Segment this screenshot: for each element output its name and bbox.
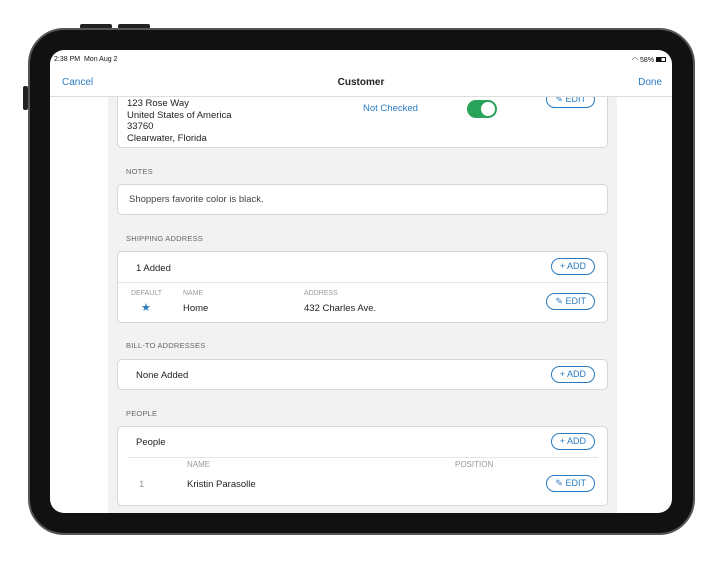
address-line: United States of America: [127, 109, 232, 121]
people-label: PEOPLE: [126, 409, 158, 418]
check-toggle[interactable]: [467, 100, 497, 118]
cancel-button[interactable]: Cancel: [62, 77, 93, 88]
address-line: 33760: [127, 121, 154, 132]
form-content: 123 Rose Way United States of America 33…: [108, 87, 617, 513]
shipping-count: 1 Added: [136, 263, 171, 274]
add-person-button[interactable]: + ADD: [550, 433, 595, 450]
page-title: Customer: [337, 77, 385, 88]
screen: 2:38 PM Mon Aug 2 ◠ 58% Cancel Customer …: [50, 50, 672, 513]
column-header: NAME: [187, 460, 211, 469]
navigation-bar: Cancel Customer Done: [50, 68, 672, 97]
check-status: Not Checked: [363, 103, 418, 114]
column-header: POSITION: [455, 460, 494, 469]
edit-shipping-button[interactable]: ✎ EDIT: [546, 293, 595, 310]
pencil-icon: ✎: [555, 478, 563, 488]
notes-label: NOTES: [126, 167, 153, 176]
battery-icon: [656, 57, 666, 62]
wifi-icon: ◠: [631, 57, 639, 64]
notes-field[interactable]: Shoppers favorite color is black.: [117, 184, 608, 215]
shipping-name: Home: [183, 303, 209, 314]
people-card: People + ADD NAME POSITION 1 Kristin Par…: [117, 426, 608, 506]
shipping-card: 1 Added + ADD DEFAULT NAME ADDRESS ★ Hom…: [117, 251, 608, 323]
star-icon: ★: [141, 302, 151, 314]
billto-label: BILL-TO ADDRESSES: [126, 341, 206, 350]
status-date: Mon Aug 2: [83, 56, 118, 63]
shipping-label: SHIPPING ADDRESS: [126, 234, 203, 243]
person-name: Kristin Parasolle: [187, 479, 256, 490]
column-header: DEFAULT: [131, 290, 162, 297]
billto-count: None Added: [136, 370, 189, 381]
status-time: 2:38 PM: [54, 56, 81, 63]
add-shipping-button[interactable]: + ADD: [550, 258, 595, 275]
shipping-address: 432 Charles Ave.: [304, 303, 377, 314]
people-title: People: [136, 437, 166, 448]
column-header: NAME: [183, 290, 204, 297]
status-bar: 2:38 PM Mon Aug 2 ◠ 58%: [54, 56, 666, 64]
add-billto-button[interactable]: + ADD: [550, 366, 595, 383]
edit-person-button[interactable]: ✎ EDIT: [546, 475, 595, 492]
done-button[interactable]: Done: [638, 77, 662, 88]
person-index: 1: [139, 479, 145, 490]
column-header: ADDRESS: [304, 290, 338, 297]
pencil-icon: ✎: [555, 296, 563, 306]
battery-percent: 58%: [640, 57, 655, 64]
address-line: Clearwater, Florida: [127, 132, 207, 144]
notes-value: Shoppers favorite color is black.: [129, 194, 264, 205]
address-line: 123 Rose Way: [127, 98, 189, 109]
billto-card: None Added + ADD: [117, 359, 608, 390]
